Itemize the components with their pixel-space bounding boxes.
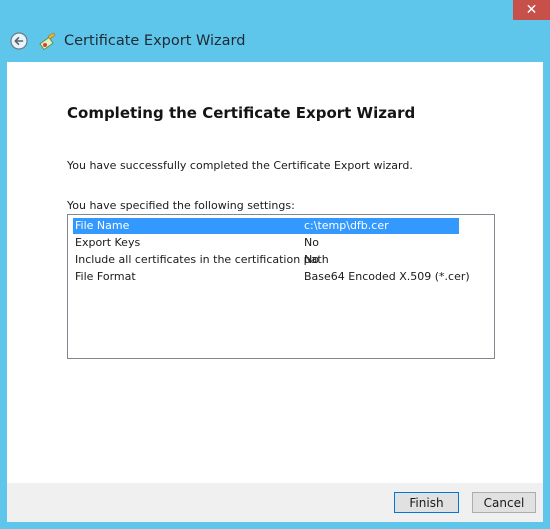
setting-value: No <box>304 253 319 266</box>
list-item[interactable]: Include all certificates in the certific… <box>73 252 459 268</box>
wizard-title: Certificate Export Wizard <box>64 33 246 49</box>
content-panel: Completing the Certificate Export Wizard… <box>7 62 543 483</box>
list-item[interactable]: File Format Base64 Encoded X.509 (*.cer) <box>73 269 470 285</box>
back-arrow-icon[interactable] <box>10 32 28 50</box>
page-title: Completing the Certificate Export Wizard <box>67 104 416 122</box>
wizard-header: Certificate Export Wizard <box>0 20 550 62</box>
finish-button[interactable]: Finish <box>394 492 459 513</box>
settings-list[interactable]: File Name c:\temp\dfb.cer Export Keys No… <box>67 214 495 359</box>
cancel-button[interactable]: Cancel <box>472 492 536 513</box>
button-bar: Finish Cancel <box>7 483 543 522</box>
completion-text: You have successfully completed the Cert… <box>67 159 413 172</box>
setting-name: File Name <box>75 219 130 232</box>
setting-name: File Format <box>75 270 136 283</box>
settings-label: You have specified the following setting… <box>67 199 295 212</box>
close-button[interactable]: ✕ <box>513 0 550 20</box>
list-item[interactable]: File Name c:\temp\dfb.cer <box>73 218 459 234</box>
setting-name: Export Keys <box>75 236 141 249</box>
setting-value: c:\temp\dfb.cer <box>304 219 389 232</box>
certificate-icon <box>39 32 56 50</box>
wizard-window: ✕ Certificate Export Wizard Completing t… <box>0 0 550 529</box>
setting-value: Base64 Encoded X.509 (*.cer) <box>304 270 470 283</box>
setting-name: Include all certificates in the certific… <box>75 253 329 266</box>
list-item[interactable]: Export Keys No <box>73 235 459 251</box>
setting-value: No <box>304 236 319 249</box>
